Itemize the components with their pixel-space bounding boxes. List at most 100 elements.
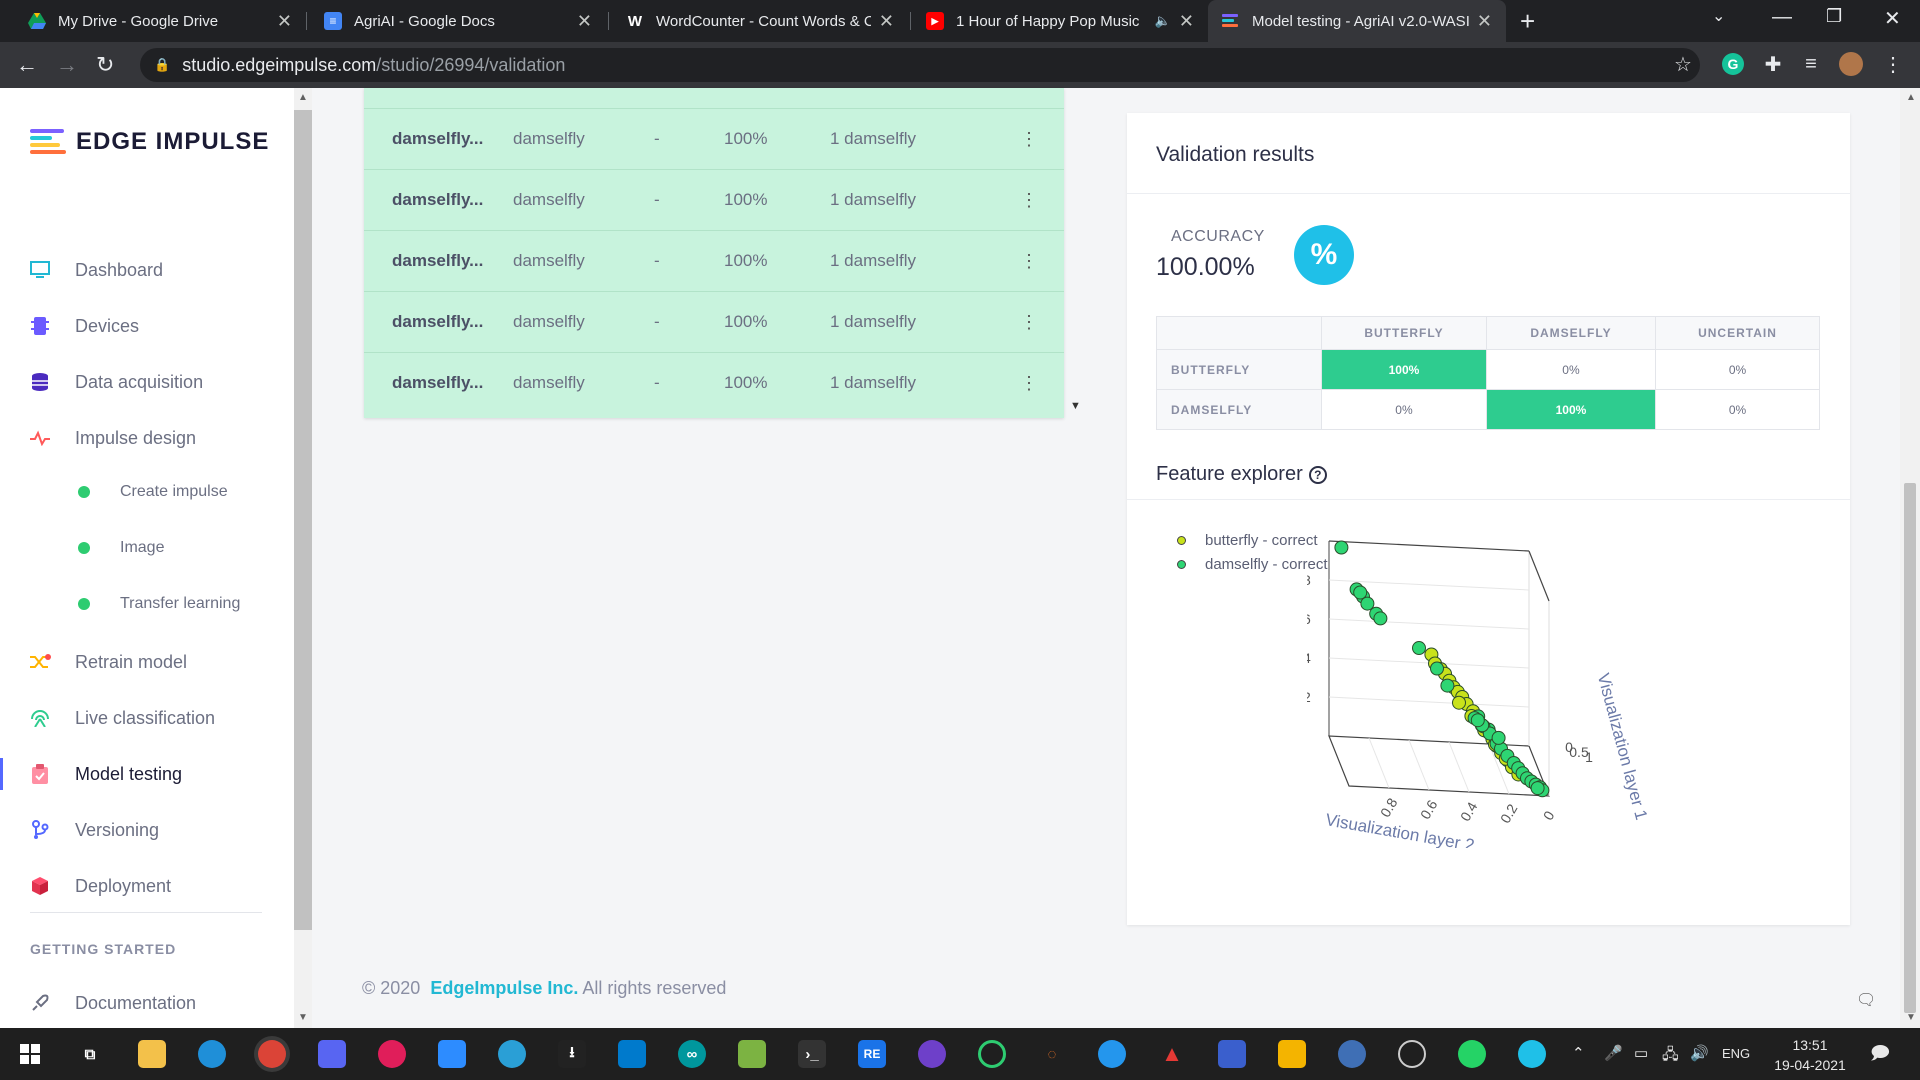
whatsapp-icon[interactable] (1458, 1040, 1486, 1068)
company-link[interactable]: EdgeImpulse Inc. (430, 978, 578, 998)
vscode-icon[interactable] (618, 1040, 646, 1068)
sidebar-item-dashboard[interactable]: Dashboard (0, 248, 294, 292)
tab-search-icon[interactable]: ⌄ (1712, 6, 1725, 26)
more-options-icon[interactable]: ⋮ (1020, 373, 1038, 394)
scatter-point[interactable] (1334, 540, 1349, 555)
taskbar-clock[interactable]: 13:51 19-04-2021 (1760, 1035, 1860, 1075)
reload-button[interactable]: ↻ (96, 52, 114, 78)
sidebar-item-data-acquisition[interactable]: Data acquisition (0, 360, 294, 404)
scatter-point[interactable] (1360, 596, 1375, 611)
app-icon[interactable] (498, 1040, 526, 1068)
arduino-icon[interactable]: ∞ (678, 1040, 706, 1068)
close-icon[interactable]: ✕ (1179, 11, 1194, 32)
app-icon[interactable] (1338, 1040, 1366, 1068)
sidebar-item-image[interactable]: Image (0, 528, 294, 568)
sidebar-item-create-impulse[interactable]: Create impulse (0, 472, 294, 512)
scatter-point[interactable] (1491, 730, 1506, 745)
table-row[interactable]: damselfly... damselfly - 100% 1 damselfl… (364, 353, 1064, 414)
bookmark-star-icon[interactable]: ☆ (1670, 51, 1696, 77)
sidebar-item-deployment[interactable]: Deployment (0, 864, 294, 908)
sample-name[interactable]: damselfly... (392, 373, 483, 393)
sample-name[interactable]: damselfly... (392, 129, 483, 149)
table-row[interactable]: damselfly... damselfly - 100% 1 damselfl… (364, 292, 1064, 353)
address-bar[interactable]: 🔒 studio.edgeimpulse.com/studio/26994/va… (140, 48, 1700, 82)
slack-icon[interactable] (378, 1040, 406, 1068)
close-icon[interactable]: ✕ (1477, 11, 1492, 32)
sidebar-item-documentation[interactable]: Documentation (0, 981, 294, 1025)
sidebar-item-versioning[interactable]: Versioning (0, 808, 294, 852)
scatter-point[interactable] (1470, 713, 1485, 728)
more-options-icon[interactable]: ⋮ (1020, 190, 1038, 211)
app-icon[interactable] (738, 1040, 766, 1068)
task-view-icon[interactable]: ⧉ (76, 1040, 104, 1068)
restore-button[interactable]: ❐ (1826, 6, 1842, 27)
brand[interactable]: EDGE IMPULSE (30, 128, 269, 156)
table-row[interactable]: damselfly... damselfly - 100% 1 damselfl… (364, 231, 1064, 292)
scroll-down-arrow-icon[interactable]: ▼ (1906, 1012, 1916, 1023)
sample-name[interactable]: damselfly... (392, 190, 483, 210)
scatter-point[interactable] (1530, 781, 1545, 796)
tab-google-docs[interactable]: ≡ AgriAI - Google Docs ✕ (310, 0, 606, 42)
microphone-icon[interactable]: 🎤 (1604, 1044, 1623, 1062)
sidebar-item-impulse-design[interactable]: Impulse design (0, 416, 294, 460)
notifications-icon[interactable]: 🗩 (1870, 1041, 1890, 1071)
table-row[interactable]: damselfly... damselfly - 100% 1 damselfl… (364, 170, 1064, 231)
close-icon[interactable]: ✕ (879, 11, 894, 32)
close-window-button[interactable]: ✕ (1884, 6, 1901, 31)
page-scrollbar[interactable]: ▲ ▼ (1900, 88, 1920, 1028)
minimize-button[interactable]: — (1772, 6, 1792, 29)
scrollbar-thumb[interactable] (1904, 483, 1916, 1013)
scatter-point[interactable] (1452, 695, 1466, 710)
app-icon[interactable]: ⭳ (558, 1040, 586, 1068)
app-icon[interactable] (1518, 1040, 1546, 1068)
volume-icon[interactable]: 🔊 (1690, 1044, 1709, 1062)
battery-icon[interactable]: ▭ (1634, 1044, 1648, 1062)
back-button[interactable]: ← (16, 52, 38, 78)
forward-button[interactable]: → (56, 52, 78, 78)
legend-item[interactable]: butterfly - correct (1177, 528, 1328, 552)
tab-model-testing[interactable]: Model testing - AgriAI v2.0-WASI ✕ (1208, 0, 1506, 42)
scatter-point[interactable] (1430, 661, 1444, 676)
windows-start-icon[interactable] (16, 1040, 44, 1068)
terminal-icon[interactable]: ›_ (798, 1040, 826, 1068)
tray-chevron-icon[interactable]: ⌃ (1572, 1044, 1585, 1062)
edge-browser-icon[interactable] (198, 1040, 226, 1068)
app-icon[interactable]: ▲ (1158, 1040, 1186, 1068)
sidebar-item-retrain-model[interactable]: Retrain model (0, 640, 294, 684)
extensions-icon[interactable]: ✚ (1760, 51, 1786, 77)
obs-icon[interactable] (1398, 1040, 1426, 1068)
more-options-icon[interactable]: ⋮ (1020, 129, 1038, 150)
app-icon[interactable] (1218, 1040, 1246, 1068)
tab-youtube[interactable]: ▶ 1 Hour of Happy Pop Music 🔈 ✕ (912, 0, 1208, 42)
close-icon[interactable]: ✕ (577, 11, 592, 32)
media-control-icon[interactable]: ≡ (1798, 51, 1824, 77)
github-icon[interactable] (918, 1040, 946, 1068)
close-icon[interactable]: ✕ (277, 11, 292, 32)
sidebar-item-live-classification[interactable]: Live classification (0, 696, 294, 740)
app-icon[interactable] (978, 1040, 1006, 1068)
more-options-icon[interactable]: ⋮ (1020, 251, 1038, 272)
feedback-icon[interactable]: 🗨 (1856, 990, 1876, 1010)
docker-icon[interactable] (1098, 1040, 1126, 1068)
chrome-icon[interactable] (258, 1040, 286, 1068)
sample-name[interactable]: damselfly... (392, 251, 483, 271)
zoom-icon[interactable] (438, 1040, 466, 1068)
menu-icon[interactable]: ⋮ (1880, 51, 1906, 77)
sidebar-item-model-testing[interactable]: Model testing (0, 752, 294, 796)
scatter-point[interactable] (1412, 641, 1426, 656)
app-icon[interactable]: RE (858, 1040, 886, 1068)
table-row[interactable]: damselfly... damselfly - 100% 1 damselfl… (364, 109, 1064, 170)
scatter-point[interactable] (1373, 611, 1388, 626)
scatter-point[interactable] (1440, 678, 1455, 693)
file-explorer-icon[interactable] (138, 1040, 166, 1068)
scrollbar-thumb[interactable] (294, 110, 312, 930)
scroll-up-arrow-icon[interactable]: ▲ (1906, 92, 1916, 103)
profile-avatar[interactable] (1838, 51, 1864, 77)
help-icon[interactable]: ? (1308, 465, 1327, 484)
legend-item[interactable]: damselfly - correct (1177, 552, 1328, 576)
network-icon[interactable]: 🖧 (1662, 1044, 1679, 1069)
feature-explorer-3d-scatter[interactable]: 00.20.40.60.8100.20.40.60.800.51Visualiz… (1307, 518, 1827, 848)
jupyter-icon[interactable]: ◌ (1038, 1040, 1066, 1068)
table-scroll-down-arrow-icon[interactable]: ▼ (1070, 400, 1081, 412)
app-icon[interactable] (1278, 1040, 1306, 1068)
